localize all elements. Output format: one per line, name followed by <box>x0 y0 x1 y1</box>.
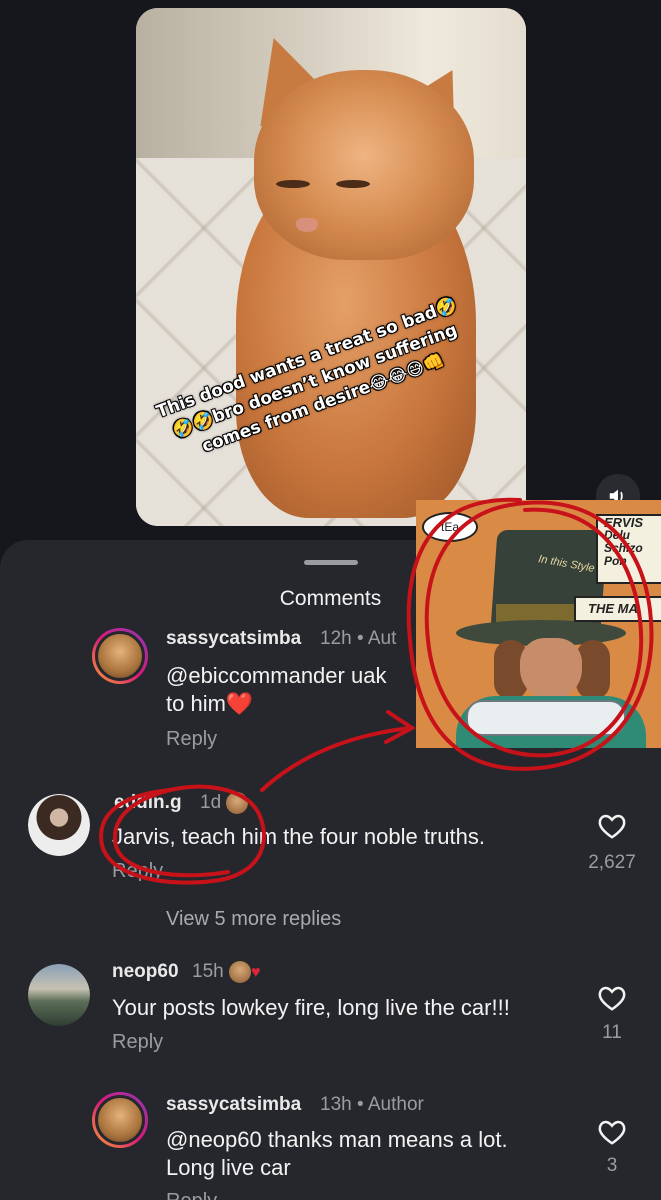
comment-time: 12h <box>320 628 352 649</box>
comment-body: uak <box>350 663 387 688</box>
like-count: 11 <box>602 1022 622 1043</box>
author-badge: Author <box>367 1094 424 1115</box>
mention-link[interactable]: @ebiccommander <box>166 663 345 688</box>
caption-line: Pon <box>604 554 627 568</box>
comment-username[interactable]: eddin.g <box>114 792 182 814</box>
mention-link[interactable]: @neop60 <box>166 1127 262 1152</box>
tea-speech-bubble: tEa <box>422 512 478 542</box>
comment-text: @ebiccommander uak to him❤️ <box>166 662 426 718</box>
comic-title-banner: THE MA <box>574 596 661 622</box>
reply-button[interactable]: Reply <box>166 1190 217 1200</box>
reply-button[interactable]: Reply <box>112 1031 163 1054</box>
avatar[interactable] <box>92 628 148 684</box>
reply-button[interactable]: Reply <box>166 728 217 751</box>
cat-nose <box>296 218 318 232</box>
sheet-grabber[interactable] <box>304 560 358 565</box>
cat-eye-right <box>336 180 370 188</box>
media-area: This dood wants a treat so bad🤣🤣🤣bro doe… <box>0 0 661 560</box>
comment-time: 13h <box>320 1094 352 1115</box>
view-more-replies[interactable]: View 5 more replies <box>166 908 341 931</box>
tea-set <box>466 700 626 736</box>
comic-caption-box: ERVIS Delu Schizo Pon <box>596 514 661 584</box>
creator-liked-icon <box>228 961 251 983</box>
reply-button[interactable]: Reply <box>112 860 163 883</box>
like-count: 3 <box>606 1155 618 1176</box>
small-heart-icon: ♥ <box>250 964 261 982</box>
comment-text: Your posts lowkey fire, long live the ca… <box>112 995 510 1020</box>
comment-body: thanks man means a lot. <box>267 1127 508 1152</box>
comment-username[interactable]: sassycatsimba <box>166 628 301 650</box>
like-button[interactable] <box>592 984 632 1017</box>
mad-hatter-meme-image: tEa In this Style ERVIS Delu Schizo Pon … <box>416 500 661 748</box>
like-count: 2,627 <box>588 852 636 873</box>
comment-username[interactable]: neop60 <box>112 961 179 983</box>
cat-head <box>254 70 474 260</box>
comment-body-line2: to him❤️ <box>166 691 254 716</box>
comment-time-value: 1d <box>200 792 222 814</box>
hatter-face <box>520 638 582 700</box>
comment-body-line2: Long live car <box>166 1155 291 1180</box>
comment-username[interactable]: sassycatsimba <box>166 1094 301 1116</box>
comment-text: Jarvis, teach him the four noble truths. <box>112 824 485 849</box>
avatar[interactable] <box>28 964 90 1026</box>
avatar[interactable] <box>28 794 90 856</box>
comment-text: @neop60 thanks man means a lot. Long liv… <box>166 1126 576 1182</box>
comment-meta: 13h • Author <box>320 1094 424 1115</box>
comment-meta: 12h • Aut <box>320 628 397 649</box>
comment-time: 1d <box>200 792 249 814</box>
like-button[interactable] <box>592 1118 632 1151</box>
comment-time-value: 15h <box>192 961 224 983</box>
heart-icon <box>598 814 626 839</box>
comment-time: 15h ♥ <box>192 961 260 983</box>
avatar[interactable] <box>92 1092 148 1148</box>
heart-icon <box>598 1120 626 1145</box>
heart-icon <box>598 986 626 1011</box>
cat-eye-left <box>276 180 310 188</box>
like-button[interactable] <box>592 812 632 845</box>
creator-liked-icon <box>226 792 249 814</box>
author-badge: Aut <box>367 628 397 649</box>
